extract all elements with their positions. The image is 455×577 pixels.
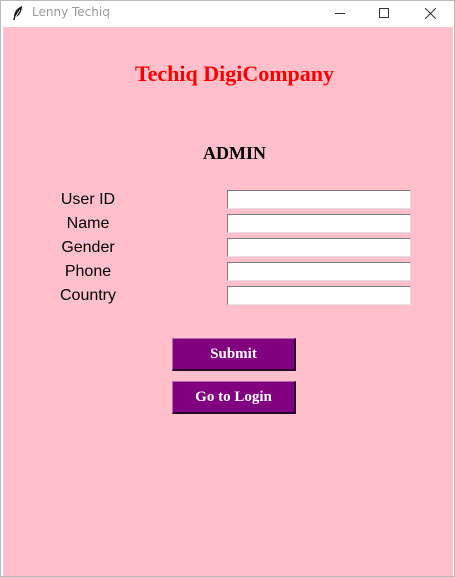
maximize-button[interactable]	[361, 1, 407, 25]
country-field[interactable]	[227, 286, 411, 305]
country-label: Country	[59, 287, 117, 304]
submit-button[interactable]: Submit	[172, 338, 296, 371]
minimize-icon	[335, 8, 345, 18]
go-to-login-button[interactable]: Go to Login	[172, 381, 296, 414]
name-label: Name	[66, 215, 110, 232]
minimize-button[interactable]	[317, 1, 363, 25]
role-heading: ADMIN	[203, 143, 266, 163]
company-title: Techiq DigiCompany	[134, 61, 335, 86]
close-icon	[424, 7, 436, 19]
form-panel: Techiq DigiCompany ADMIN User ID Name Ge…	[3, 27, 453, 576]
name-field[interactable]	[227, 214, 411, 233]
app-window: Lenny Techiq Techiq DigiCompany ADMIN Us…	[0, 0, 455, 577]
feather-icon	[11, 5, 25, 21]
close-button[interactable]	[407, 1, 453, 25]
title-bar[interactable]: Lenny Techiq	[1, 1, 454, 25]
gender-label: Gender	[61, 239, 115, 256]
phone-field[interactable]	[227, 262, 411, 281]
phone-label: Phone	[64, 263, 112, 280]
window-title: Lenny Techiq	[32, 5, 110, 19]
gender-field[interactable]	[227, 238, 411, 257]
maximize-icon	[379, 8, 389, 18]
user-id-label: User ID	[60, 191, 116, 208]
user-id-field[interactable]	[227, 190, 411, 209]
